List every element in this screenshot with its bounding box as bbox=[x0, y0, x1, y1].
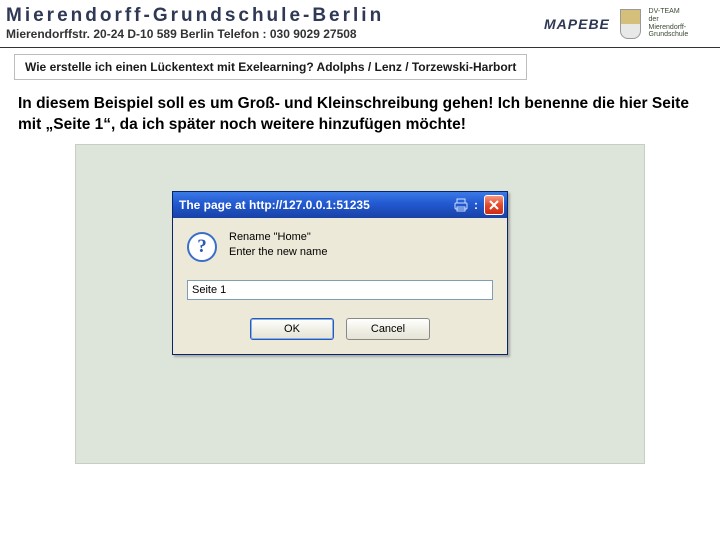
prompt-line2: Enter the new name bbox=[229, 245, 327, 260]
instruction-text: In diesem Beispiel soll es um Groß- und … bbox=[0, 86, 720, 142]
ok-button[interactable]: OK bbox=[250, 318, 334, 340]
subheader-text: Wie erstelle ich einen Lückentext mit Ex… bbox=[14, 54, 527, 80]
prompt-row: ? Rename "Home" Enter the new name bbox=[187, 230, 493, 262]
prompt-text: Rename "Home" Enter the new name bbox=[229, 230, 327, 260]
close-icon bbox=[489, 200, 499, 210]
dialog-titlebar[interactable]: The page at http://127.0.0.1:51235 : bbox=[173, 192, 507, 218]
dialog-title-suffix: : bbox=[474, 198, 478, 212]
dialog-body: ? Rename "Home" Enter the new name OK Ca… bbox=[173, 218, 507, 354]
printer-icon bbox=[452, 198, 470, 212]
school-name: Mierendorff-Grundschule-Berlin bbox=[6, 6, 544, 25]
school-address: Mierendorffstr. 20-24 D-10 589 Berlin Te… bbox=[6, 27, 544, 41]
subheader-row: Wie erstelle ich einen Lückentext mit Ex… bbox=[0, 48, 720, 86]
header-left: Mierendorff-Grundschule-Berlin Mierendor… bbox=[6, 6, 544, 41]
button-row: OK Cancel bbox=[187, 318, 493, 340]
header-banner: Mierendorff-Grundschule-Berlin Mierendor… bbox=[0, 0, 720, 48]
crest-icon bbox=[620, 9, 641, 39]
cancel-button[interactable]: Cancel bbox=[346, 318, 430, 340]
dv-team-caption: DV-TEAM der Mierendorff-Grundschule bbox=[649, 8, 714, 39]
dialog-title: The page at http://127.0.0.1:51235 bbox=[179, 198, 448, 212]
dv-team-line3: Mierendorff-Grundschule bbox=[649, 24, 714, 39]
prompt-line1: Rename "Home" bbox=[229, 230, 327, 245]
close-button[interactable] bbox=[484, 195, 504, 215]
dv-team-line1: DV-TEAM bbox=[649, 8, 714, 16]
mapebe-logo-text: MAPEBE bbox=[544, 16, 610, 32]
dv-team-line2: der bbox=[649, 16, 714, 24]
question-icon: ? bbox=[187, 232, 217, 262]
app-workspace: The page at http://127.0.0.1:51235 : ? bbox=[75, 144, 645, 464]
rename-dialog: The page at http://127.0.0.1:51235 : ? bbox=[172, 191, 508, 355]
rename-input[interactable] bbox=[187, 280, 493, 300]
header-right: MAPEBE DV-TEAM der Mierendorff-Grundschu… bbox=[544, 8, 714, 39]
